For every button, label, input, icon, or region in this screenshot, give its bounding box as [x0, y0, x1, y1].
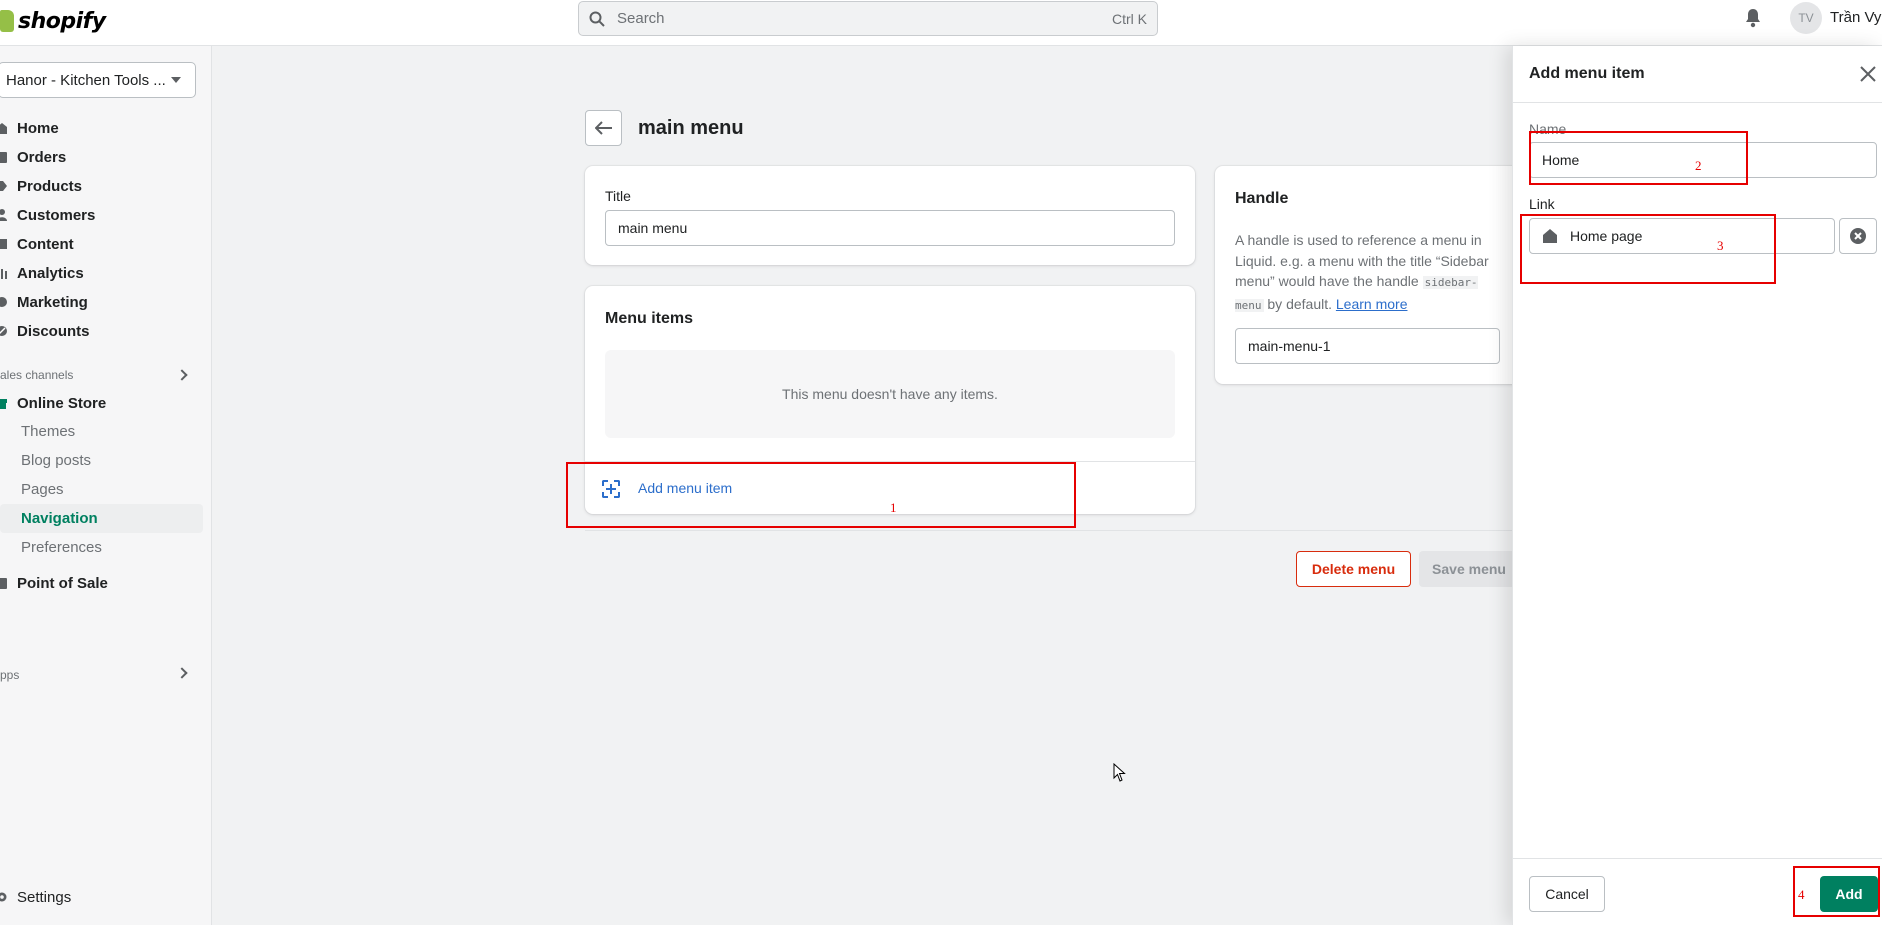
search-input[interactable]: Search Ctrl K: [578, 1, 1158, 36]
top-bar: shopify Search Ctrl K TV Trần Vy: [0, 0, 1882, 46]
sidebar-item-blog-posts[interactable]: Blog posts: [21, 447, 91, 473]
annotation-box-1: [566, 462, 1076, 528]
sales-channels-heading: ales channels: [0, 368, 74, 382]
clear-link-button[interactable]: [1839, 218, 1877, 254]
link-label: Link: [1529, 196, 1555, 212]
caret-down-icon: [171, 77, 181, 83]
logo-text: shopify: [18, 8, 106, 34]
sidebar-item-discounts[interactable]: Discounts: [0, 318, 90, 344]
sidebar-item-orders[interactable]: Orders: [0, 144, 66, 170]
annotation-box-4: [1793, 866, 1880, 917]
home-icon: [0, 123, 7, 134]
arrow-left-icon: [594, 121, 612, 135]
tag-icon: [0, 181, 7, 191]
person-icon: [0, 209, 7, 221]
cancel-button[interactable]: Cancel: [1529, 876, 1605, 912]
shopify-logo[interactable]: shopify: [0, 6, 106, 36]
sidebar-item-pages[interactable]: Pages: [21, 476, 64, 502]
save-menu-button[interactable]: Save menu: [1419, 551, 1519, 587]
search-icon: [589, 11, 605, 27]
sidebar-item-label: Orders: [17, 148, 67, 166]
sidebar-item-content[interactable]: Content: [0, 231, 74, 257]
annotation-box-2: [1529, 131, 1748, 185]
gear-icon: [0, 892, 7, 902]
sidebar-item-label: Online Store: [17, 394, 107, 412]
sidebar-item-preferences[interactable]: Preferences: [21, 534, 102, 560]
search-placeholder: Search: [617, 10, 665, 27]
annotation-number-3: 3: [1717, 238, 1724, 253]
discount-icon: [0, 326, 7, 336]
handle-card: Handle A handle is used to reference a m…: [1215, 166, 1535, 384]
sidebar-item-marketing[interactable]: Marketing: [0, 289, 88, 315]
drawer-title: Add menu item: [1529, 65, 1645, 82]
analytics-icon: [1, 269, 7, 279]
sidebar-item-navigation[interactable]: Navigation: [21, 505, 98, 531]
drawer-header: Add menu item: [1513, 46, 1882, 103]
title-card: Title main menu: [585, 166, 1195, 265]
title-label: Title: [605, 188, 631, 204]
close-icon[interactable]: [1859, 65, 1877, 83]
content-icon: [0, 239, 7, 249]
sidebar-item-label: Analytics: [17, 264, 84, 282]
sidebar-item-online-store[interactable]: Online Store: [0, 390, 106, 416]
marketing-icon: [0, 297, 7, 307]
annotation-number-4: 4: [1798, 887, 1805, 902]
sidebar-item-label: Home: [17, 119, 59, 137]
pos-icon: [0, 578, 7, 589]
sidebar-item-label: Products: [17, 177, 83, 195]
bell-icon[interactable]: [1744, 8, 1762, 28]
store-selector[interactable]: Hanor - Kitchen Tools ...: [0, 62, 196, 98]
clear-icon: [1850, 228, 1866, 244]
sidebar-item-customers[interactable]: Customers: [0, 202, 95, 228]
annotation-number-2: 2: [1695, 158, 1702, 173]
chevron-right-icon[interactable]: [176, 369, 188, 381]
apps-heading: pps: [0, 668, 20, 682]
sidebar-item-settings[interactable]: Settings: [0, 884, 71, 910]
store-icon: [0, 399, 7, 409]
chevron-right-icon[interactable]: [176, 667, 188, 679]
sidebar-item-label: Customers: [17, 206, 96, 224]
back-button[interactable]: [585, 110, 622, 146]
sidebar-item-label: Content: [17, 235, 74, 253]
sidebar: Hanor - Kitchen Tools ... Home Orders Pr…: [0, 46, 212, 925]
user-name[interactable]: Trần Vy: [1830, 9, 1881, 26]
orders-icon: [0, 152, 7, 163]
empty-state: This menu doesn't have any items.: [605, 350, 1175, 438]
sidebar-item-label: Point of Sale: [17, 574, 108, 592]
menu-items-title: Menu items: [605, 310, 694, 327]
page-title: main menu: [638, 117, 744, 139]
shopify-bag-icon: [0, 10, 14, 32]
annotation-box-3: [1520, 214, 1776, 284]
handle-input[interactable]: main-menu-1: [1235, 328, 1500, 364]
annotation-number-1: 1: [890, 500, 897, 515]
sidebar-item-point-of-sale[interactable]: Point of Sale: [0, 570, 108, 596]
sidebar-item-home[interactable]: Home: [0, 115, 59, 141]
mouse-cursor-icon: [1113, 763, 1126, 782]
learn-more-link[interactable]: Learn more: [1336, 296, 1408, 312]
sidebar-item-label: Discounts: [17, 322, 90, 340]
handle-title: Handle: [1235, 190, 1289, 207]
avatar[interactable]: TV: [1790, 2, 1822, 34]
sidebar-item-analytics[interactable]: Analytics: [0, 260, 84, 286]
title-input[interactable]: main menu: [605, 210, 1175, 246]
sidebar-item-label: Settings: [17, 888, 72, 906]
delete-menu-button[interactable]: Delete menu: [1296, 551, 1411, 587]
divider: [585, 530, 1512, 531]
sidebar-item-themes[interactable]: Themes: [21, 418, 75, 444]
sidebar-item-label: Marketing: [17, 293, 88, 311]
store-name: Hanor - Kitchen Tools ...: [6, 71, 166, 89]
handle-description: A handle is used to reference a menu in …: [1235, 232, 1489, 312]
search-shortcut: Ctrl K: [1112, 10, 1147, 27]
sidebar-item-products[interactable]: Products: [0, 173, 82, 199]
